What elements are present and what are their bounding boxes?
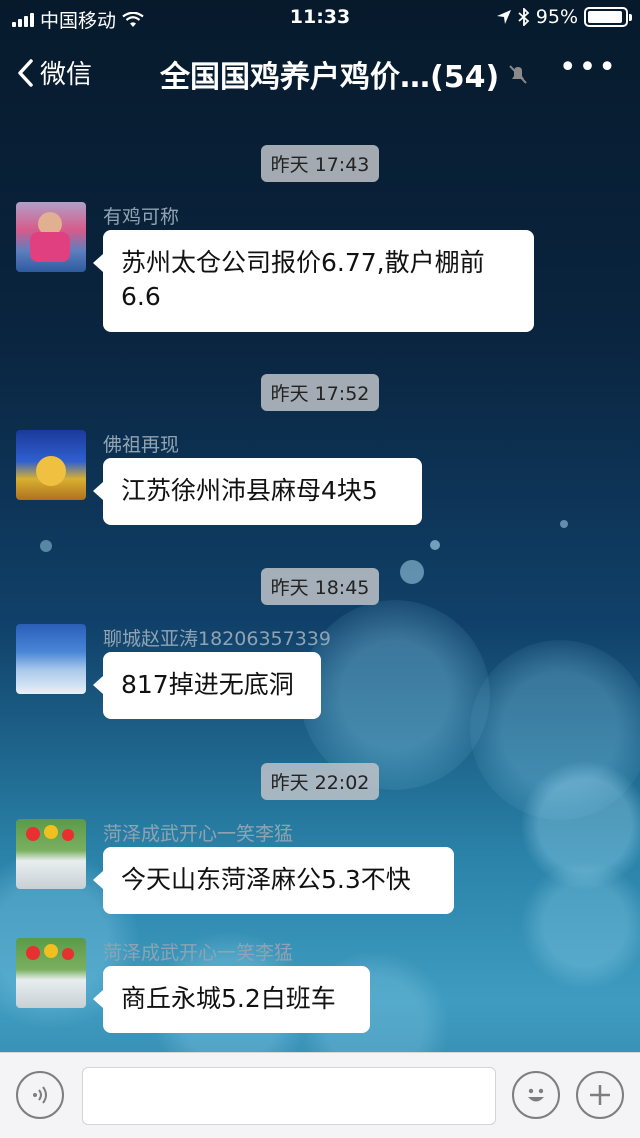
message-text-line: 817掉进无底洞 <box>121 670 294 699</box>
timestamp: 昨天 17:52 <box>0 374 640 411</box>
emoji-button[interactable] <box>512 1071 560 1119</box>
bluetooth-icon <box>518 8 530 26</box>
emoji-icon <box>528 1088 544 1102</box>
sender-name: 聊城赵亚涛18206357339 <box>103 628 331 650</box>
message-text-line: 6.6 <box>121 282 161 311</box>
avatar[interactable] <box>16 624 86 694</box>
avatar[interactable] <box>16 430 86 500</box>
sender-name: 有鸡可称 <box>103 206 180 228</box>
message-text-line: 江苏徐州沛县麻母4块5 <box>121 476 378 505</box>
message-bubble[interactable]: 江苏徐州沛县麻母4块5 <box>93 458 422 525</box>
back-label: 微信 <box>40 60 93 90</box>
sender-name: 菏泽成武开心一笑李猛 <box>103 942 294 964</box>
nav-bar: 微信 全国国鸡养户鸡价…(54) ••• <box>0 36 640 108</box>
message-bubble[interactable]: 817掉进无底洞 <box>93 652 321 719</box>
chat-title: 全国国鸡养户鸡价…(54) <box>160 52 529 96</box>
more-button[interactable]: ••• <box>559 50 618 85</box>
timestamp: 昨天 22:02 <box>0 763 640 800</box>
avatar[interactable] <box>16 202 86 272</box>
avatar[interactable] <box>16 819 86 889</box>
mute-bell-icon <box>509 65 527 84</box>
message-text-line: 商丘永城5.2白班车 <box>121 984 336 1013</box>
chevron-left-icon <box>18 58 33 87</box>
message-bubble[interactable]: 今天山东菏泽麻公5.3不快 <box>93 847 454 914</box>
avatar[interactable] <box>16 938 86 1008</box>
battery-icon <box>584 7 632 27</box>
battery-percent: 95% <box>535 6 578 28</box>
plus-button[interactable] <box>576 1071 624 1119</box>
location-icon <box>496 10 511 24</box>
plus-icon <box>590 1085 610 1105</box>
message-bubble[interactable]: 商丘永城5.2白班车 <box>93 966 370 1033</box>
sender-name: 佛祖再现 <box>103 434 180 456</box>
message-bubble[interactable]: 苏州太仓公司报价6.77,散户棚前 6.6 <box>93 230 534 332</box>
back-button[interactable]: 微信 <box>16 54 92 91</box>
timestamp: 昨天 17:43 <box>0 145 640 182</box>
voice-icon <box>33 1086 47 1104</box>
timestamp: 昨天 18:45 <box>0 568 640 605</box>
message-text-line: 苏州太仓公司报价6.77,散户棚前 <box>121 248 485 277</box>
message-text-line: 今天山东菏泽麻公5.3不快 <box>121 865 411 894</box>
status-bar: 中国移动 11:33 95% <box>0 0 640 36</box>
voice-button[interactable] <box>16 1071 64 1119</box>
message-input[interactable] <box>82 1067 496 1125</box>
sender-name: 菏泽成武开心一笑李猛 <box>103 823 294 845</box>
input-bar <box>0 1052 640 1138</box>
chat-title-text: 全国国鸡养户鸡价…(54) <box>160 60 500 95</box>
